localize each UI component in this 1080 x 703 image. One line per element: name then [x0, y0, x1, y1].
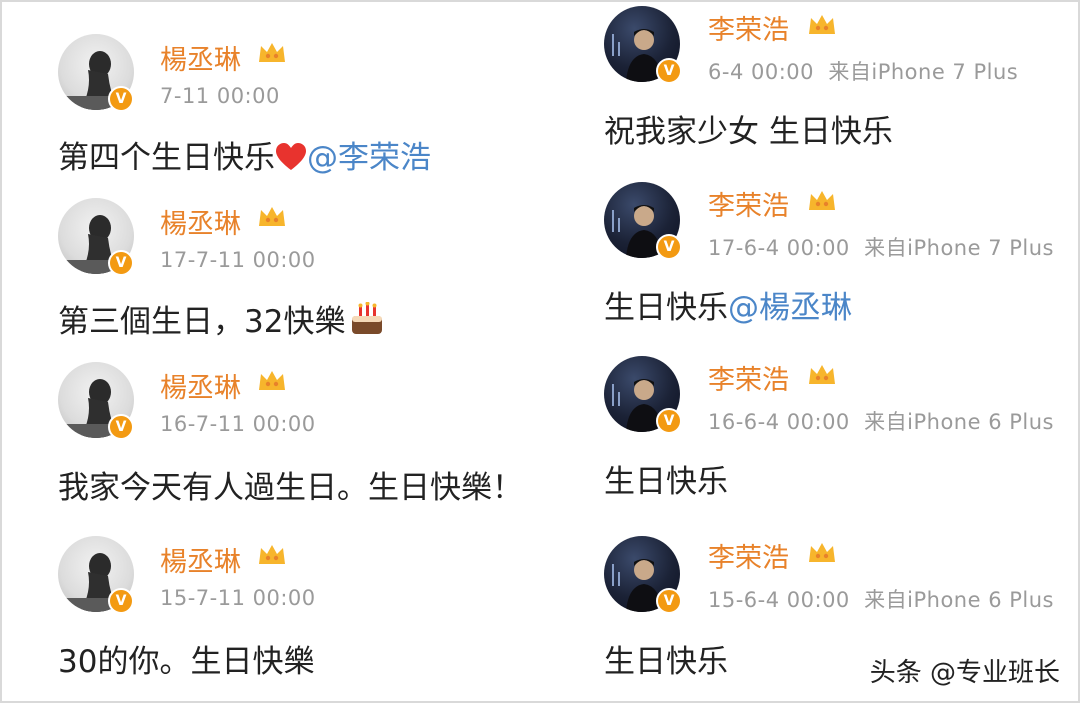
post-source[interactable]: 来自iPhone 7 Plus: [828, 60, 1018, 84]
username[interactable]: 楊丞琳: [160, 202, 241, 241]
post-time: 15-6-4 00:00: [708, 588, 850, 612]
username[interactable]: 楊丞琳: [160, 366, 241, 405]
watermark: 头条 @专业班长: [869, 658, 1060, 688]
post-time: 6-4 00:00: [708, 60, 814, 84]
username[interactable]: 李荣浩: [708, 184, 789, 223]
verified-badge-icon: V: [656, 234, 682, 260]
cake-icon: [352, 301, 383, 334]
crown-icon: [259, 371, 285, 390]
crown-icon: [259, 545, 285, 564]
crown-icon: [809, 543, 835, 562]
post-time: 17-7-11 00:00: [160, 248, 316, 272]
verified-badge-icon: V: [656, 588, 682, 614]
crown-icon: [809, 191, 835, 210]
post-meta: 17-6-4 00:00 来自iPhone 7 Plus: [708, 232, 1054, 262]
verified-badge-icon: V: [108, 588, 134, 614]
username[interactable]: 楊丞琳: [160, 540, 241, 579]
crown-icon: [809, 365, 835, 384]
verified-badge-icon: V: [108, 250, 134, 276]
username[interactable]: 李荣浩: [708, 536, 789, 575]
post-text: 30的你。生日快樂: [58, 644, 315, 680]
verified-badge-icon: V: [108, 414, 134, 440]
post-content: 第四个生日快乐 @李荣浩: [58, 132, 431, 177]
post-content: 第三個生日，32快樂: [58, 296, 385, 341]
post-time: 16-7-11 00:00: [160, 412, 316, 436]
post-text: 生日快乐: [604, 644, 728, 680]
username[interactable]: 李荣浩: [708, 358, 789, 397]
crown-icon: [259, 43, 285, 62]
username[interactable]: 李荣浩: [708, 8, 789, 47]
post-time: 17-6-4 00:00: [708, 236, 850, 260]
post-text: 第四个生日快乐: [58, 140, 275, 176]
post-source[interactable]: 来自iPhone 6 Plus: [864, 588, 1054, 612]
post-meta: 15-6-4 00:00 来自iPhone 6 Plus: [708, 584, 1054, 614]
username[interactable]: 楊丞琳: [160, 38, 241, 77]
post-text: 第三個生日，32快樂: [58, 304, 346, 340]
post-time: 15-7-11 00:00: [160, 586, 316, 610]
post-text: 生日快乐: [604, 464, 728, 500]
verified-badge-icon: V: [656, 408, 682, 434]
verified-badge-icon: V: [656, 58, 682, 84]
mention-link[interactable]: @楊丞琳: [728, 290, 852, 326]
post-content: 生日快乐@楊丞琳: [604, 282, 852, 327]
post-meta: 6-4 00:00 来自iPhone 7 Plus: [708, 56, 1018, 86]
post-time: 7-11 00:00: [160, 84, 280, 108]
post-source[interactable]: 来自iPhone 6 Plus: [864, 410, 1054, 434]
post-text: 生日快乐: [604, 290, 728, 326]
post-text: 祝我家少女 生日快乐: [604, 114, 893, 150]
verified-badge-icon: V: [108, 86, 134, 112]
post-source[interactable]: 来自iPhone 7 Plus: [864, 236, 1054, 260]
post-text: 我家今天有人過生日。生日快樂！: [58, 470, 523, 506]
mention-link[interactable]: @李荣浩: [307, 140, 431, 176]
post-meta: 16-6-4 00:00 来自iPhone 6 Plus: [708, 406, 1054, 436]
crown-icon: [259, 207, 285, 226]
crown-icon: [809, 15, 835, 34]
heart-icon: [276, 143, 306, 170]
post-time: 16-6-4 00:00: [708, 410, 850, 434]
